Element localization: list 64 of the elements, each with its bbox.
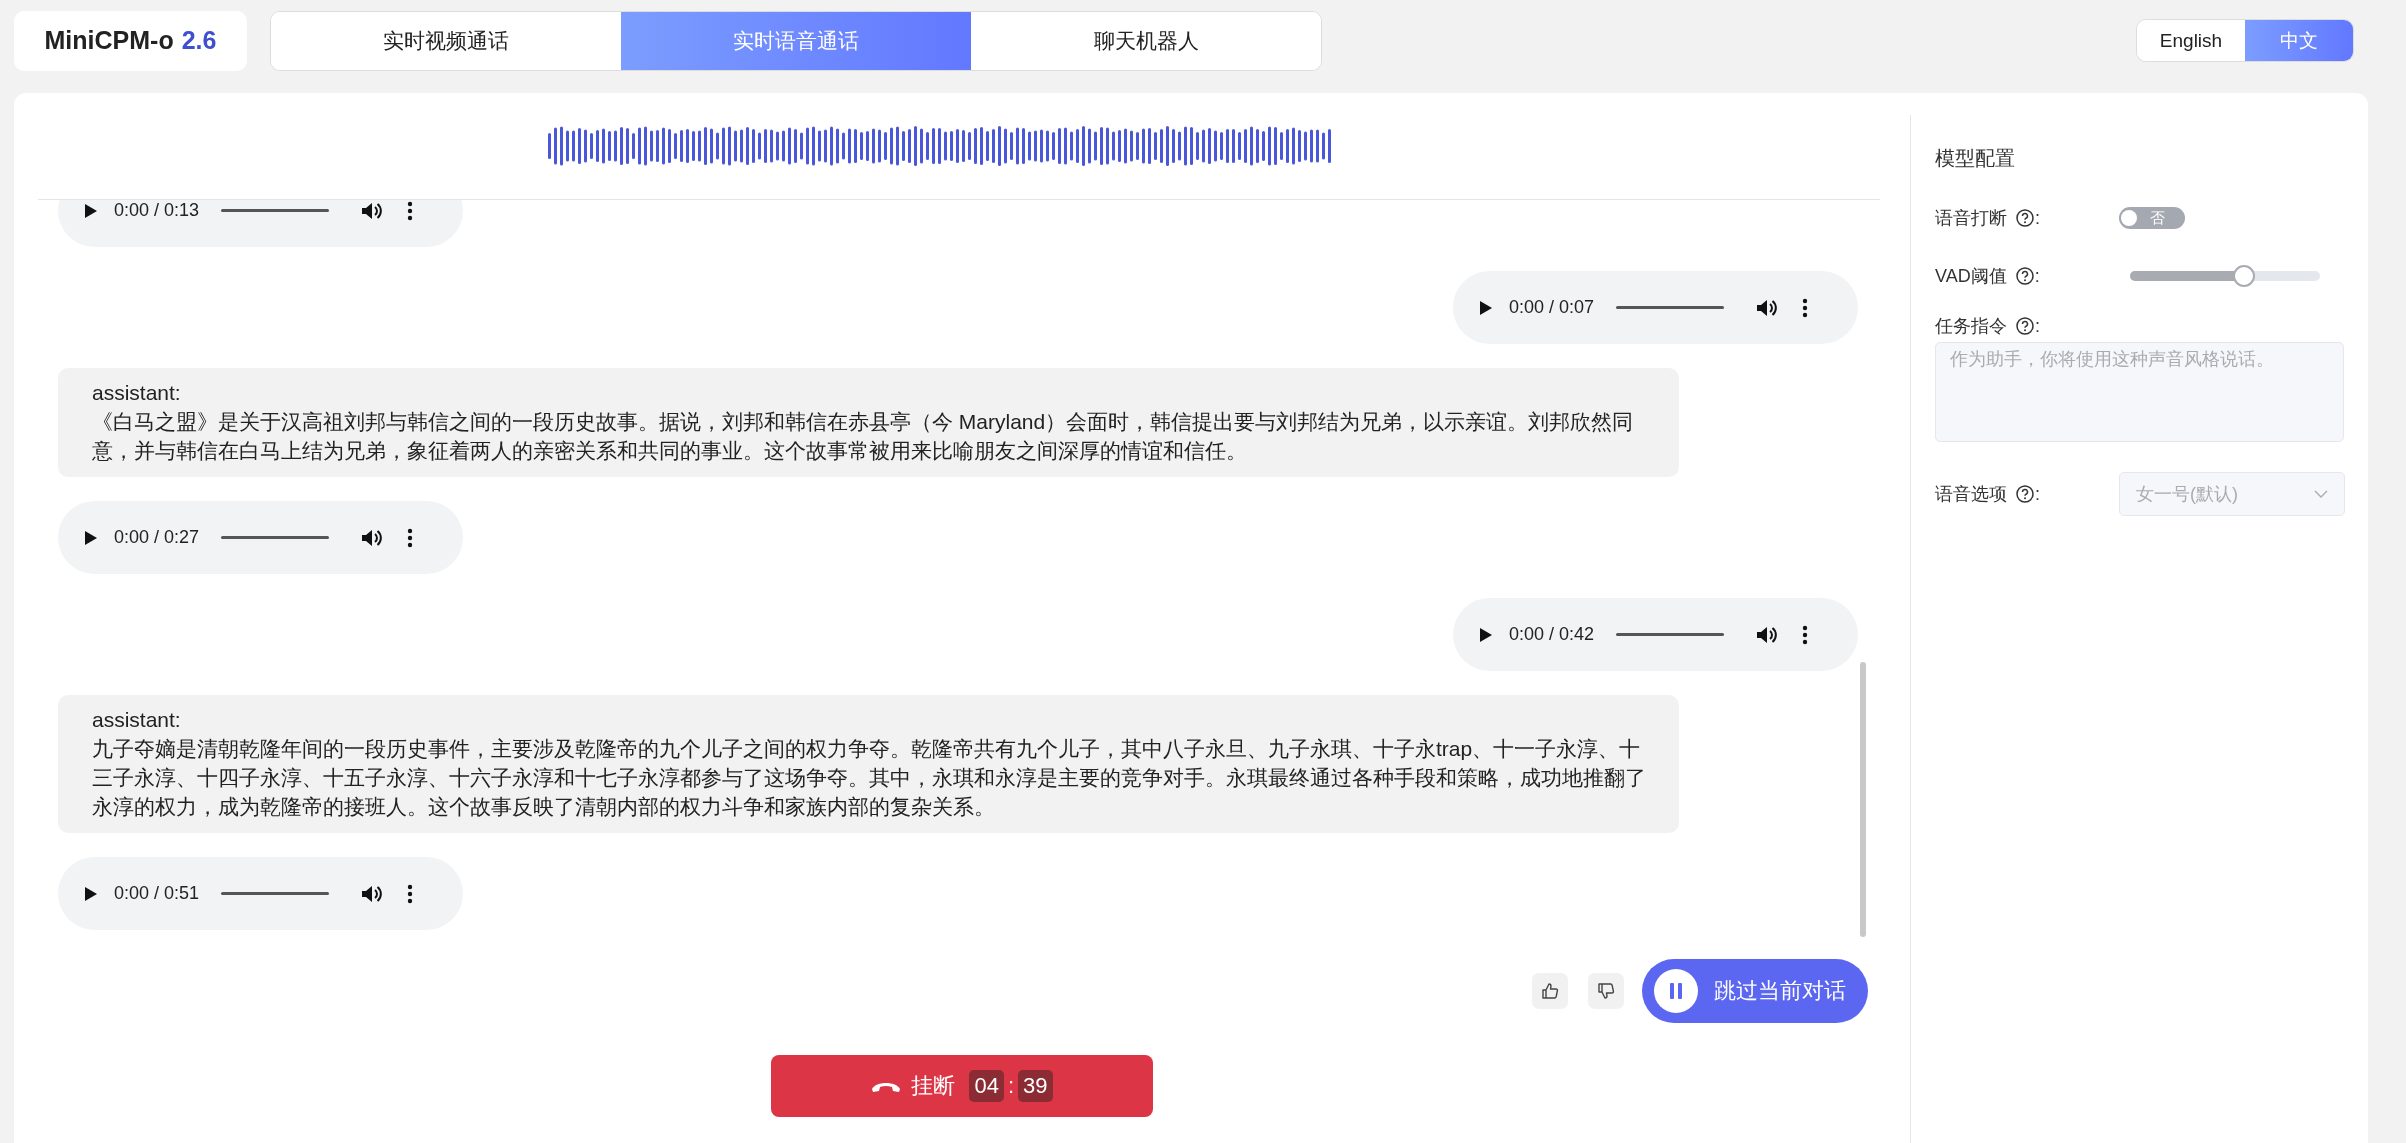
field-label: 任务指令 [1935,315,2007,338]
progress-track[interactable] [221,892,330,895]
section-title: 模型配置 [1935,146,2016,171]
time-label: 0:00 / 0:13 [114,200,200,221]
speaker-label: assistant: [92,380,182,406]
thumbs-up-button[interactable] [1532,973,1568,1009]
play-icon[interactable] [84,202,98,219]
thumbs-down-button[interactable] [1588,973,1624,1009]
play-icon[interactable] [84,885,98,902]
field-label: VAD阈值 [1935,265,2007,288]
pause-icon [1654,969,1698,1013]
more-icon[interactable] [407,200,414,221]
audio-player[interactable]: 0:00 / 0:42 [1453,598,1858,671]
scrollbar[interactable] [1860,662,1866,937]
label-colon: : [2035,483,2040,505]
volume-icon[interactable] [361,200,384,221]
more-icon[interactable] [1802,624,1809,645]
help-icon [2014,266,2035,286]
label-colon: : [2034,265,2040,287]
volume-icon[interactable] [361,527,384,548]
more-icon[interactable] [1802,297,1809,318]
speaker-label: assistant: [92,707,182,733]
progress-track[interactable] [1616,633,1725,636]
field-label: 语音选项 [1935,483,2007,506]
more-icon[interactable] [407,527,414,548]
message-text: 《白马之盟》是关于汉高祖刘邦与韩信之间的一段历史故事。据说，刘邦和韩信在赤县亭（今 Maryland）会面时，韩信提出要与刘邦结为兄弟，以示亲谊。刘邦欣然同意，并与韩信在白马上结为兄弟，象征着两人的亲密关系和共同的事业。这个故事常被用来比喻朋友之间深厚的情谊和信任。 [92,409,1635,464]
audio-player[interactable]: 0:00 / 0:07 [1453,271,1858,344]
more-icon[interactable] [407,883,414,904]
help-icon [2015,208,2035,228]
volume-icon[interactable] [361,883,384,904]
audio-player[interactable]: 0:00 / 0:51 [58,857,463,930]
volume-icon[interactable] [1756,624,1779,645]
hang-up-label: 挂断 [911,1072,956,1100]
timer-separator: : [1007,1073,1015,1099]
thumbs-down-icon [1597,982,1615,1000]
label-colon: : [2035,207,2040,229]
audio-player[interactable]: 0:00 / 0:27 [58,501,463,574]
time-label: 0:00 / 0:51 [114,883,200,904]
chevron-down-icon [2314,490,2328,498]
audio-player[interactable]: 0:00 / 0:13 [58,200,463,247]
progress-track[interactable] [221,209,330,212]
time-label: 0:00 / 0:42 [1509,624,1595,645]
instruction-field[interactable]: 作为助手，你将使用这种声音风格说话。 [1935,342,2344,442]
time-label: 0:00 / 0:27 [114,527,200,548]
version-label: 2.6 [181,26,217,55]
field-label: 语音打断 [1935,207,2007,230]
play-icon[interactable] [1479,299,1493,316]
help-icon [2015,316,2035,336]
volume-icon[interactable] [1756,297,1779,318]
help-icon [2015,484,2035,504]
message-text: 九子夺嫡是清朝乾隆年间的一段历史事件，主要涉及乾隆帝的九个儿子之间的权力争夺。乾隆帝共有九个儿子，其中八子永旦、九子永琪、十子永trap、十一子永淳、十三子永淳、十四子永淳、十五子永淳、十六子永淳和十七子永淳都参与了这场争夺。其中，永琪和永淳是主要的竞争对手。永琪最终通过各种手段和策略，成功地推翻了永淳的权力，成为乾隆帝的接班人。这个故事反映了清朝内部的权力斗争和家族内部的复杂关系。 [92,736,1647,820]
progress-track[interactable] [221,536,330,539]
timer-seconds: 39 [1018,1070,1053,1102]
play-icon[interactable] [84,529,98,546]
label-colon: : [2035,315,2040,337]
time-label: 0:00 / 0:07 [1509,297,1595,318]
hang-up-button[interactable]: 挂断 04 : 39 [771,1055,1153,1117]
play-icon[interactable] [1479,626,1493,643]
app-name: MiniCPM-o [44,26,174,55]
progress-track[interactable] [1616,306,1725,309]
timer-minutes: 04 [969,1070,1004,1102]
skip-button[interactable]: 跳过当前对话 [1642,959,1868,1023]
slider-thumb[interactable] [2233,265,2255,287]
thumbs-up-icon [1541,982,1559,1000]
